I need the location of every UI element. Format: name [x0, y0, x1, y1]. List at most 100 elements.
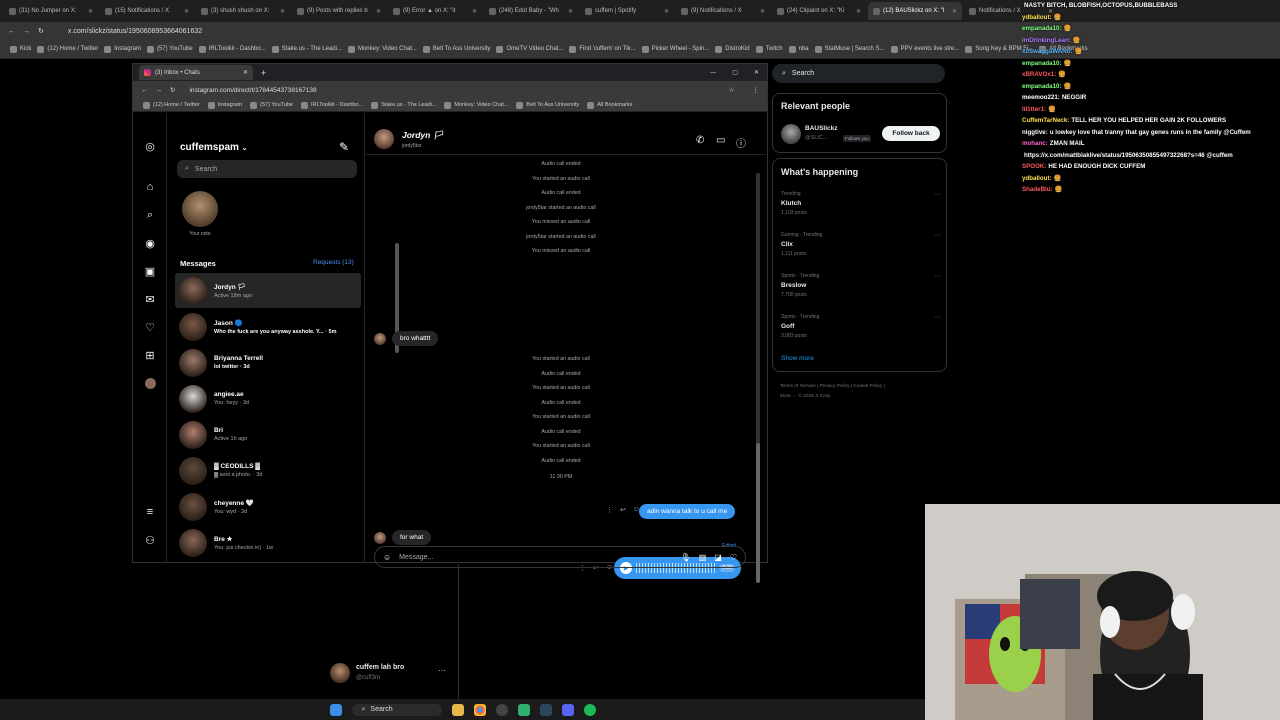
- discord-icon[interactable]: [561, 703, 574, 716]
- back-icon[interactable]: ←: [8, 28, 15, 35]
- message-composer[interactable]: ☺ Message... 🎙 ▨ ◪ ♡: [374, 546, 746, 568]
- microphone-icon[interactable]: 🎙: [681, 553, 691, 562]
- steam-icon[interactable]: [539, 703, 552, 716]
- outer-tab[interactable]: (31) No Jumper on X: ✕: [4, 2, 98, 20]
- tab-close-icon[interactable]: ✕: [856, 8, 861, 15]
- tab-close-icon[interactable]: ✕: [243, 69, 248, 76]
- outer-tab[interactable]: (9) Error ▲ on X: "it ✕: [388, 2, 482, 20]
- compose-message-icon[interactable]: ✎: [339, 140, 349, 154]
- trend-more-icon[interactable]: ···: [934, 273, 941, 280]
- profile-avatar-icon[interactable]: [143, 376, 157, 390]
- bookmark-item[interactable]: Monkey: Video Chat...: [444, 101, 508, 109]
- trend-more-icon[interactable]: ···: [934, 191, 941, 198]
- browser-menu-icon[interactable]: ⋮: [753, 86, 760, 94]
- outer-url-field[interactable]: x.com/slickz/status/1950608953664061632: [68, 28, 202, 35]
- trend-more-icon[interactable]: ···: [934, 232, 941, 239]
- explore-icon[interactable]: ◉: [143, 236, 157, 250]
- account-more-icon[interactable]: ···: [438, 666, 446, 675]
- tab-close-icon[interactable]: ✕: [88, 8, 93, 15]
- notifications-heart-icon[interactable]: ♡: [143, 320, 157, 334]
- trend-item[interactable]: Sports · Trending Goff 3,083 posts ···: [781, 314, 941, 339]
- bookmark-item[interactable]: OmeTV Video Chat...: [496, 45, 563, 53]
- bookmark-item[interactable]: Instagram: [104, 45, 141, 53]
- conversation-item[interactable]: ▓ CEODILLS ▓ ▓ sent a photo. · 3d: [175, 453, 361, 488]
- bookmark-item[interactable]: Belt To Ass University: [516, 101, 579, 109]
- bookmark-item[interactable]: Monkey: Video Chat...: [347, 45, 417, 53]
- more-menu-icon[interactable]: ≡: [143, 505, 157, 519]
- outer-tab[interactable]: (9) Posts with replies b ✕: [292, 2, 386, 20]
- trend-item[interactable]: Trending Klutch 1,103 posts ···: [781, 191, 941, 216]
- account-name[interactable]: cuffem lah bro: [356, 664, 404, 671]
- video-call-icon[interactable]: ▭: [716, 135, 725, 146]
- outer-tab[interactable]: (12) BAUSlickz on X: "I ✕: [868, 2, 962, 20]
- reload-icon[interactable]: ↻: [170, 86, 175, 94]
- instagram-logo-icon[interactable]: ◎: [143, 139, 157, 153]
- bookmark-item[interactable]: Belt To Ass University: [422, 45, 490, 53]
- relevant-avatar[interactable]: [781, 124, 801, 144]
- outer-tab[interactable]: (24) Clipalot on X: "Ki ✕: [772, 2, 866, 20]
- bookmark-item[interactable]: Stake.us - The Leadi...: [371, 101, 436, 109]
- conversation-item[interactable]: Bre ★ You: jus checkin in) · 1w: [175, 525, 361, 560]
- conversation-item[interactable]: Briyanna Terrell lol twitter · 3d: [175, 345, 361, 380]
- bookmark-item[interactable]: All Bookmarks: [587, 101, 632, 109]
- thread-avatar[interactable]: [374, 129, 394, 149]
- x-search-input[interactable]: ⌕ Search: [772, 64, 945, 83]
- account-avatar[interactable]: [330, 663, 350, 683]
- tab-close-icon[interactable]: ✕: [760, 8, 765, 15]
- chrome-icon[interactable]: [473, 703, 486, 716]
- bookmark-item[interactable]: StatMuse | Search S...: [814, 45, 885, 53]
- show-more-link[interactable]: Show more: [781, 355, 814, 362]
- info-icon[interactable]: ⓘ: [736, 135, 746, 150]
- conversation-item[interactable]: Jordyn 🏳 Active 18m ago: [175, 273, 361, 308]
- app-icon[interactable]: [517, 703, 530, 716]
- sticker-icon[interactable]: ◪: [714, 553, 722, 562]
- tab-close-icon[interactable]: ✕: [472, 8, 477, 15]
- search-icon[interactable]: ⌕: [143, 208, 157, 222]
- windows-start-icon[interactable]: [329, 703, 342, 716]
- bookmark-item[interactable]: Find 'cuffem' on Tik...: [569, 45, 636, 53]
- bookmark-item[interactable]: (12) Home / Twitter: [37, 45, 98, 53]
- outer-tab[interactable]: (15) Notifications / X ✕: [100, 2, 194, 20]
- maximize-icon[interactable]: ▢: [732, 69, 738, 76]
- tab-close-icon[interactable]: ✕: [568, 8, 573, 15]
- trend-item[interactable]: Gaming · Trending Clix 1,111 posts ···: [781, 232, 941, 257]
- conversation-item[interactable]: Jason 🔵 Who the fuck are you anyway assho…: [175, 309, 361, 344]
- conversation-item[interactable]: Bri Active 1h ago: [175, 417, 361, 452]
- relevant-name[interactable]: BAUSlickz: [805, 125, 838, 132]
- tab-close-icon[interactable]: ✕: [376, 8, 381, 15]
- emoji-icon[interactable]: ☺: [383, 553, 391, 562]
- thread-name[interactable]: Jordyn 🏳: [402, 130, 444, 141]
- phone-call-icon[interactable]: ✆: [696, 135, 704, 146]
- more-options-icon[interactable]: ⋮: [606, 506, 613, 514]
- outer-tab[interactable]: (9) Notifications / X ✕: [676, 2, 770, 20]
- reply-icon[interactable]: ↩: [620, 506, 626, 514]
- bookmark-item[interactable]: (57) YouTube: [146, 45, 193, 53]
- conversation-item[interactable]: cheyenne 🤍 You: wyd · 3d: [175, 489, 361, 524]
- taskbar-search[interactable]: ⌕ Search: [351, 703, 442, 716]
- new-tab-icon[interactable]: +: [261, 68, 266, 78]
- tab-close-icon[interactable]: ✕: [664, 8, 669, 15]
- meta-icon[interactable]: ⚇: [143, 533, 157, 547]
- tab-close-icon[interactable]: ✕: [280, 8, 285, 15]
- file-explorer-icon[interactable]: [451, 703, 464, 716]
- messages-icon[interactable]: ✉: [143, 292, 157, 306]
- back-icon[interactable]: ←: [141, 87, 148, 94]
- footer-links[interactable]: Terms of Service | Privacy Policy | Cook…: [780, 382, 950, 392]
- thread-scrollbar-thumb[interactable]: [756, 443, 760, 583]
- create-icon[interactable]: ⊞: [143, 348, 157, 362]
- trend-item[interactable]: Sports · Trending Breslow 7,700 posts ···: [781, 273, 941, 298]
- incoming-message[interactable]: for what: [374, 530, 432, 545]
- bookmark-item[interactable]: (12) Home / Twitter: [143, 101, 200, 109]
- tab-close-icon[interactable]: ✕: [952, 8, 957, 15]
- bookmark-item[interactable]: nba: [788, 45, 809, 53]
- bookmark-item[interactable]: Picker Wheel - Spin...: [641, 45, 709, 53]
- bookmark-item[interactable]: IRLToolkit - Dashbo...: [198, 45, 266, 53]
- inner-url-field[interactable]: instagram.com/direct/t/17844543738167138: [189, 87, 316, 94]
- outer-tab[interactable]: cuffem | Spotify ✕: [580, 2, 674, 20]
- forward-icon[interactable]: →: [23, 28, 30, 35]
- spotify-icon[interactable]: [583, 703, 596, 716]
- home-icon[interactable]: ⌂: [143, 180, 157, 194]
- reels-icon[interactable]: ▣: [143, 264, 157, 278]
- bookmark-item[interactable]: Stake.us - The Leadi...: [271, 45, 342, 53]
- bookmark-item[interactable]: DistroKid: [715, 45, 750, 53]
